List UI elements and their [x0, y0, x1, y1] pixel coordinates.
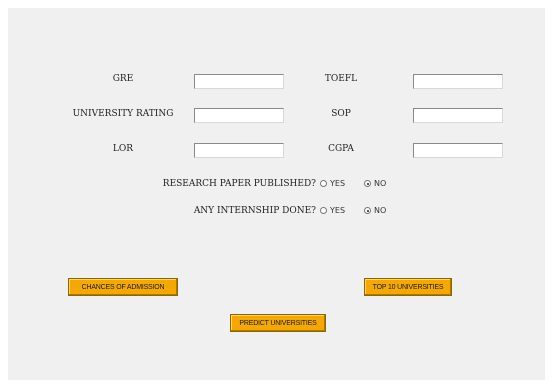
research-yes-radio[interactable]: YES	[320, 179, 345, 188]
toefl-label: TOEFL	[324, 74, 358, 84]
chances-of-admission-button[interactable]: CHANCES OF ADMISSION	[68, 278, 178, 296]
internship-no-radio[interactable]: NO	[364, 206, 386, 215]
lor-label: LOR	[112, 144, 134, 154]
sop-input[interactable]	[413, 108, 503, 123]
radio-selected-icon	[364, 180, 371, 187]
university-rating-input[interactable]	[194, 108, 284, 123]
predict-universities-button[interactable]: PREDICT UNIVERSITIES	[230, 314, 326, 332]
cgpa-input[interactable]	[413, 143, 503, 158]
university-rating-label: UNIVERSITY RATING	[72, 109, 174, 119]
research-no-radio[interactable]: NO	[364, 179, 386, 188]
internship-question-label: ANY INTERNSHIP DONE?	[193, 206, 316, 216]
cgpa-label: CGPA	[328, 144, 354, 154]
lor-input[interactable]	[194, 143, 284, 158]
gre-input[interactable]	[194, 74, 284, 89]
toefl-input[interactable]	[413, 74, 503, 89]
internship-yes-label: YES	[330, 206, 346, 215]
radio-unselected-icon	[320, 180, 327, 187]
gre-label: GRE	[112, 74, 134, 84]
sop-label: SOP	[331, 109, 351, 119]
radio-selected-icon	[364, 207, 371, 214]
internship-no-label: NO	[374, 206, 387, 215]
radio-unselected-icon	[320, 207, 327, 214]
internship-yes-radio[interactable]: YES	[320, 206, 345, 215]
top-10-universities-button[interactable]: TOP 10 UNIVERSITIES	[364, 278, 452, 296]
research-yes-label: YES	[330, 179, 346, 188]
research-question-label: RESEARCH PAPER PUBLISHED?	[162, 179, 316, 189]
research-no-label: NO	[374, 179, 387, 188]
